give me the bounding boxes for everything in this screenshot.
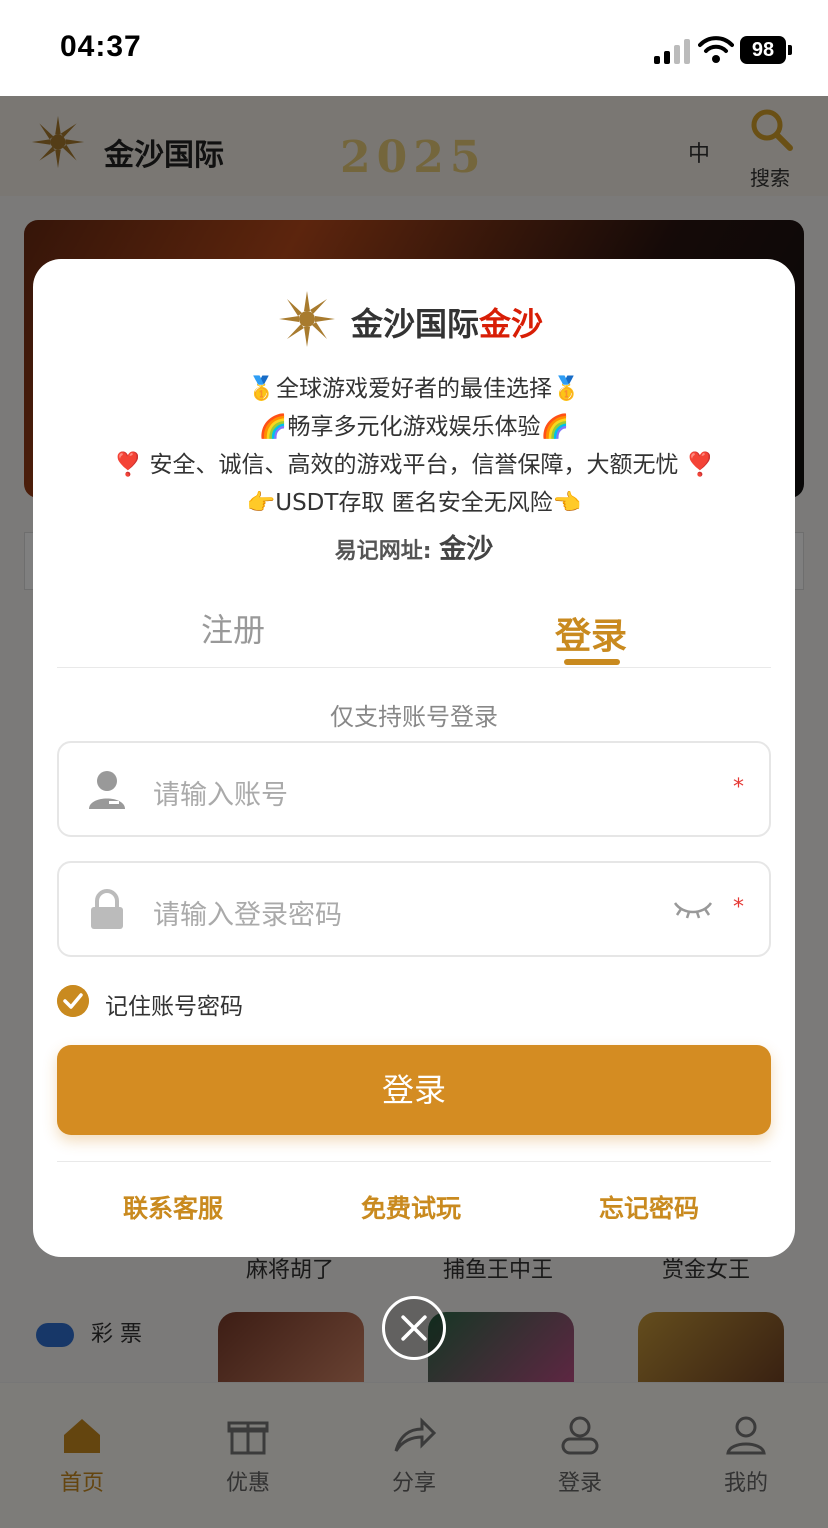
password-field[interactable]: 请输入登录密码 * [57,861,771,957]
slogan-line: 🌈畅享多元化游戏娱乐体验🌈 [258,414,570,440]
login-hint: 仅支持账号登录 [330,703,498,731]
status-bar: 04:37 98 [0,0,828,96]
brand-name: 金沙国际金沙 [351,305,544,343]
cellular-signal-icon [654,38,690,64]
wifi-icon [698,36,734,63]
eye-closed-icon[interactable] [671,895,715,923]
forgot-password-link[interactable]: 忘记密码 [599,1189,699,1225]
tab-divider [57,667,771,668]
password-placeholder: 请输入登录密码 [153,900,342,931]
login-modal: 金沙国际金沙 🥇全球游戏爱好者的最佳选择🥇 🌈畅享多元化游戏娱乐体验🌈 ❣️ 安… [33,259,795,1257]
battery-level: 98 [740,36,786,64]
tab-login[interactable]: 登录 [555,607,627,659]
brand-suffix: 金沙 [479,305,544,343]
battery-icon: 98 [740,36,792,64]
easy-url: 易记网址: 金沙 [334,534,494,565]
modal-brand: 金沙国际金沙 [33,289,795,353]
login-button[interactable]: 登录 [57,1045,771,1135]
footer-divider [57,1161,771,1162]
easy-url-value: 金沙 [439,534,494,565]
contact-support-link[interactable]: 联系客服 [123,1189,223,1225]
slogan-line: 👉USDT存取 匿名安全无风险👈 [246,490,582,516]
remember-label: 记住账号密码 [105,994,243,1020]
checkbox-checked-icon[interactable] [57,985,89,1017]
close-icon[interactable] [382,1296,446,1360]
required-mark: * [733,775,744,800]
slogan-line: 🥇全球游戏爱好者的最佳选择🥇 [247,376,581,402]
user-icon [89,771,125,809]
active-tab-indicator [564,659,620,665]
tab-register[interactable]: 注册 [201,605,265,651]
account-placeholder: 请输入账号 [153,780,288,811]
free-trial-link[interactable]: 免费试玩 [361,1189,461,1225]
sun-logo-icon [279,291,335,347]
slogan-line: ❣️ 安全、诚信、高效的游戏平台，信誉保障，大额无忧 ❣️ [113,452,715,478]
status-time: 04:37 [60,30,142,63]
account-field[interactable]: 请输入账号 * [57,741,771,837]
lock-icon [91,889,123,929]
required-mark: * [733,895,744,920]
